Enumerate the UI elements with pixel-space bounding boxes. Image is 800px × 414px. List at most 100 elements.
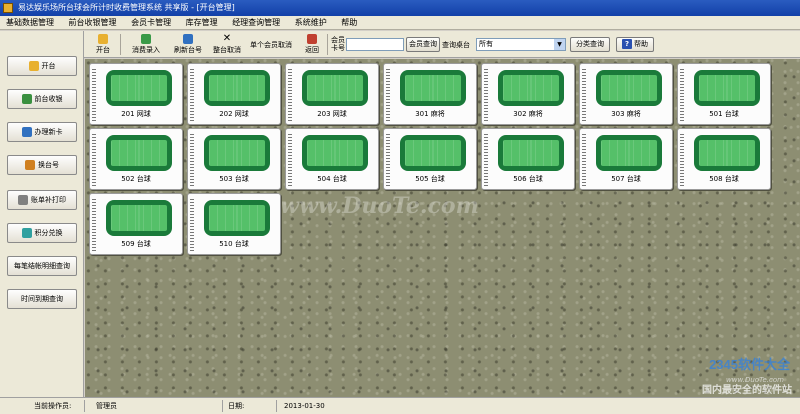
cancel-member-button[interactable]: 单个会员取消 xyxy=(248,33,294,56)
table-label: 202 网球 xyxy=(219,110,249,118)
table-label: 302 麻将 xyxy=(513,110,543,118)
table-card[interactable]: 510 台球 xyxy=(187,193,281,255)
sidebar-label: 办理新卡 xyxy=(34,128,63,136)
table-icon xyxy=(400,135,466,171)
cancel-table-label: 整台取消 xyxy=(213,46,241,54)
table-label: 502 台球 xyxy=(121,175,151,183)
app-icon xyxy=(3,3,13,13)
table-felt xyxy=(405,75,461,101)
table-card[interactable]: 502 台球 xyxy=(89,128,183,190)
table-label: 510 台球 xyxy=(219,240,249,248)
toolbar: 开台 消费录入 刷新台号 ✕ 整台取消 单个会员取消 返回 会员 卡号 会员查询… xyxy=(84,31,800,58)
sidebar-points-button[interactable]: 积分兑换 xyxy=(7,223,77,243)
table-label: 509 台球 xyxy=(121,240,151,248)
category-select[interactable]: 所有 ▼ xyxy=(476,38,566,51)
sidebar-label: 换台号 xyxy=(38,161,59,169)
table-card[interactable]: 509 台球 xyxy=(89,193,183,255)
window-title: 易达娱乐场所台球会所计时收费管理系统 共享版 - [开台管理] xyxy=(18,3,235,12)
category-query-button[interactable]: 分类查询 xyxy=(570,37,610,52)
table-card[interactable]: 302 麻将 xyxy=(481,63,575,125)
table-felt xyxy=(111,140,167,166)
table-felt xyxy=(307,75,363,101)
toolbar-separator xyxy=(327,34,328,55)
card-number-label: 会员 卡号 xyxy=(331,36,345,52)
table-felt xyxy=(503,75,559,101)
table-felt xyxy=(699,75,755,101)
cancel-member-label: 单个会员取消 xyxy=(250,40,292,49)
table-card[interactable]: 201 网球 xyxy=(89,63,183,125)
sidebar-open-table-button[interactable]: 开台 xyxy=(7,56,77,76)
menu-base-data[interactable]: 基础数据管理 xyxy=(0,16,60,30)
menu-member-card[interactable]: 会员卡管理 xyxy=(125,16,177,30)
table-icon xyxy=(596,70,662,106)
table-card[interactable]: 202 网球 xyxy=(187,63,281,125)
table-label: 301 麻将 xyxy=(415,110,445,118)
title-bar: 易达娱乐场所台球会所计时收费管理系统 共享版 - [开台管理] xyxy=(0,0,800,16)
back-label: 返回 xyxy=(305,46,319,54)
table-card[interactable]: 501 台球 xyxy=(677,63,771,125)
open-table-label: 开台 xyxy=(96,46,110,54)
card-icon xyxy=(21,127,32,137)
sidebar-reprint-button[interactable]: 账单补打印 xyxy=(7,190,77,210)
table-felt xyxy=(209,75,265,101)
printer-icon xyxy=(18,195,28,205)
table-icon xyxy=(302,70,368,106)
table-icon xyxy=(204,135,270,171)
open-table-button[interactable]: 开台 xyxy=(90,33,116,56)
table-icon xyxy=(204,70,270,106)
watermark-tagline: 国内最安全的软件站 xyxy=(702,385,792,396)
table-felt xyxy=(503,140,559,166)
sidebar-expiry-query-button[interactable]: 时间到期查询 xyxy=(7,289,77,309)
sidebar-label: 开台 xyxy=(41,62,56,70)
sidebar-label: 每笔结帐明细查询 xyxy=(14,262,70,270)
watermark-text: www.DuoTe.com xyxy=(280,193,479,219)
member-query-button[interactable]: 会员查询 xyxy=(406,37,440,52)
consume-entry-button[interactable]: 消费录入 xyxy=(126,33,166,56)
table-card[interactable]: 508 台球 xyxy=(677,128,771,190)
table-label: 303 麻将 xyxy=(611,110,641,118)
table-icon xyxy=(106,70,172,106)
table-card[interactable]: 503 台球 xyxy=(187,128,281,190)
sidebar-new-card-button[interactable]: 办理新卡 xyxy=(7,122,77,142)
chevron-down-icon[interactable]: ▼ xyxy=(554,39,565,50)
menu-inventory[interactable]: 库存管理 xyxy=(180,16,224,30)
table-card[interactable]: 203 网球 xyxy=(285,63,379,125)
table-card[interactable]: 505 台球 xyxy=(383,128,477,190)
sidebar-cashier-button[interactable]: 前台收银 xyxy=(7,89,77,109)
sidebar-checkout-query-button[interactable]: 每笔结帐明细查询 xyxy=(7,256,77,276)
help-button[interactable]: ? 帮助 xyxy=(616,37,654,52)
table-icon xyxy=(106,135,172,171)
table-card[interactable]: 303 麻将 xyxy=(579,63,673,125)
sidebar-switch-table-button[interactable]: 换台号 xyxy=(7,155,77,175)
basket-icon xyxy=(141,34,151,44)
refresh-icon xyxy=(183,34,193,44)
table-card[interactable]: 504 台球 xyxy=(285,128,379,190)
table-card[interactable]: 301 麻将 xyxy=(383,63,477,125)
card-label-line2: 卡号 xyxy=(331,44,345,52)
menu-manager-query[interactable]: 经理查询管理 xyxy=(226,16,286,30)
menu-system[interactable]: 系统维护 xyxy=(289,16,333,30)
table-felt xyxy=(601,75,657,101)
sidebar-label: 时间到期查询 xyxy=(21,295,63,303)
table-icon xyxy=(302,135,368,171)
date-label: 日期: xyxy=(228,402,245,410)
table-card[interactable]: 506 台球 xyxy=(481,128,575,190)
table-card[interactable]: 507 台球 xyxy=(579,128,673,190)
table-felt xyxy=(307,140,363,166)
cancel-table-button[interactable]: ✕ 整台取消 xyxy=(210,33,244,56)
back-button[interactable]: 返回 xyxy=(300,33,324,56)
table-grid: www.DuoTe.com 201 网球 202 网球 203 网球 301 麻将 30… xyxy=(85,59,800,397)
toolbar-separator xyxy=(120,34,121,55)
card-number-input[interactable] xyxy=(346,38,404,51)
menu-help[interactable]: 帮助 xyxy=(335,16,363,30)
refresh-tables-button[interactable]: 刷新台号 xyxy=(170,33,206,56)
folder-icon xyxy=(28,61,39,71)
help-label: 帮助 xyxy=(634,40,648,48)
table-felt xyxy=(111,75,167,101)
table-icon xyxy=(204,200,270,236)
status-divider xyxy=(222,400,223,412)
table-icon xyxy=(694,135,760,171)
status-divider xyxy=(276,400,277,412)
menu-front-desk[interactable]: 前台收银管理 xyxy=(63,16,123,30)
back-icon xyxy=(307,34,317,44)
